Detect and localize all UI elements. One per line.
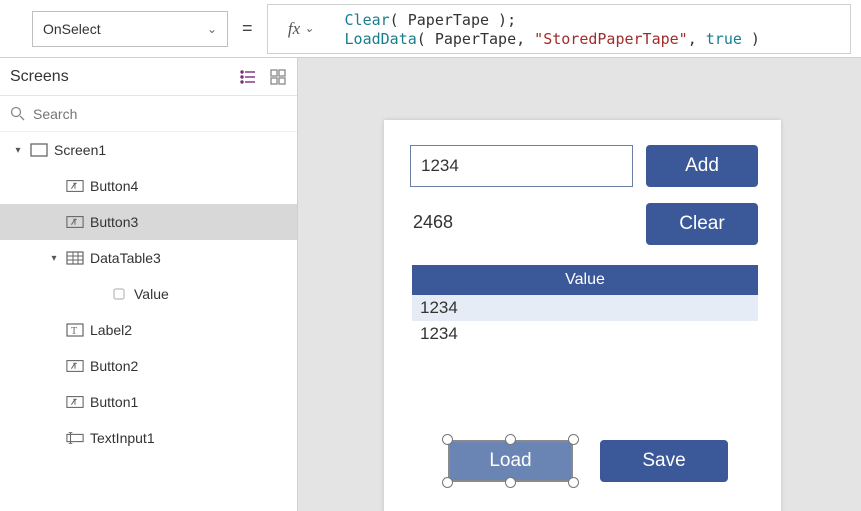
tree-item-label: Button2 — [90, 358, 138, 374]
table-row[interactable]: 1234 — [412, 295, 758, 321]
property-dropdown[interactable]: OnSelect ⌄ — [32, 11, 228, 47]
fx-icon: fx — [288, 19, 300, 39]
fx-box[interactable]: fx ⌄ — [267, 4, 335, 54]
screen-icon — [30, 141, 48, 159]
tree-item-button1[interactable]: Button1 — [0, 384, 297, 420]
clear-button[interactable]: Clear — [646, 203, 758, 245]
tree-item-datatable3[interactable]: ▾ DataTable3 — [0, 240, 297, 276]
selection-handle[interactable] — [568, 434, 579, 445]
datatable-icon — [66, 249, 84, 267]
canvas: 1234 Add 2468 Clear Value 12341234 Load — [298, 58, 861, 511]
column-icon — [110, 285, 128, 303]
formula-bar[interactable]: Clear( PaperTape ); LoadData( PaperTape,… — [335, 4, 851, 54]
tree-item-button3[interactable]: Button3 — [0, 204, 297, 240]
tree-item-button2[interactable]: Button2 — [0, 348, 297, 384]
tree-item-label: Value — [134, 286, 169, 302]
tree-item-button4[interactable]: Button4 — [0, 168, 297, 204]
selection-handle[interactable] — [505, 434, 516, 445]
selection-handle[interactable] — [442, 477, 453, 488]
search-input[interactable] — [33, 106, 287, 122]
caret-icon: ▾ — [48, 253, 60, 264]
data-table-header: Value — [412, 265, 758, 295]
chevron-down-icon: ⌄ — [304, 21, 314, 36]
selection-handle[interactable] — [442, 434, 453, 445]
button-icon — [66, 213, 84, 231]
tree-pane: Screens ▾ Screen1 Button4 Button3 ▾ DataTable… — [0, 58, 298, 511]
app-screen: 1234 Add 2468 Clear Value 12341234 Load — [384, 120, 781, 511]
tree-view-grid-icon[interactable] — [269, 68, 287, 86]
tree-item-label: Button3 — [90, 214, 138, 230]
tree-item-value[interactable]: Value — [0, 276, 297, 312]
property-dropdown-label: OnSelect — [43, 21, 101, 37]
table-row[interactable]: 1234 — [412, 321, 758, 347]
tree-item-textinput1[interactable]: TextInput1 — [0, 420, 297, 456]
add-button[interactable]: Add — [646, 145, 758, 187]
tree-item-label: Button4 — [90, 178, 138, 194]
tree-item-label: Screen1 — [54, 142, 106, 158]
button-icon — [66, 393, 84, 411]
svg-text:T: T — [71, 326, 77, 337]
selection-handle[interactable] — [505, 477, 516, 488]
selection-handle[interactable] — [568, 477, 579, 488]
caret-icon: ▾ — [12, 145, 24, 156]
top-bar: OnSelect ⌄ = fx ⌄ Clear( PaperTape ); Lo… — [0, 0, 861, 58]
text-input[interactable]: 1234 — [410, 145, 633, 187]
tree-item-label: DataTable3 — [90, 250, 161, 266]
button-icon — [66, 177, 84, 195]
sum-label: 2468 — [413, 212, 453, 233]
tree-title: Screens — [10, 68, 239, 86]
textinput-icon — [66, 429, 84, 447]
tree-header: Screens — [0, 58, 297, 96]
main: Screens ▾ Screen1 Button4 Button3 ▾ DataTable… — [0, 58, 861, 511]
tree-search[interactable] — [0, 96, 297, 132]
button-icon — [66, 357, 84, 375]
search-icon — [10, 106, 25, 121]
equals-label: = — [242, 18, 253, 39]
tree-item-label: Button1 — [90, 394, 138, 410]
save-button[interactable]: Save — [600, 440, 728, 482]
tree-item-label: TextInput1 — [90, 430, 155, 446]
tree-item-label: Label2 — [90, 322, 132, 338]
chevron-down-icon: ⌄ — [207, 22, 217, 36]
label-icon: T — [66, 321, 84, 339]
tree-view-list-icon[interactable] — [239, 68, 257, 86]
tree-item-screen1[interactable]: ▾ Screen1 — [0, 132, 297, 168]
tree-item-label2[interactable]: T Label2 — [0, 312, 297, 348]
data-table[interactable]: Value 12341234 — [412, 265, 758, 347]
text-input-value: 1234 — [421, 156, 459, 176]
load-button[interactable]: Load — [448, 440, 573, 482]
tree: ▾ Screen1 Button4 Button3 ▾ DataTable3 Value T L… — [0, 132, 297, 511]
